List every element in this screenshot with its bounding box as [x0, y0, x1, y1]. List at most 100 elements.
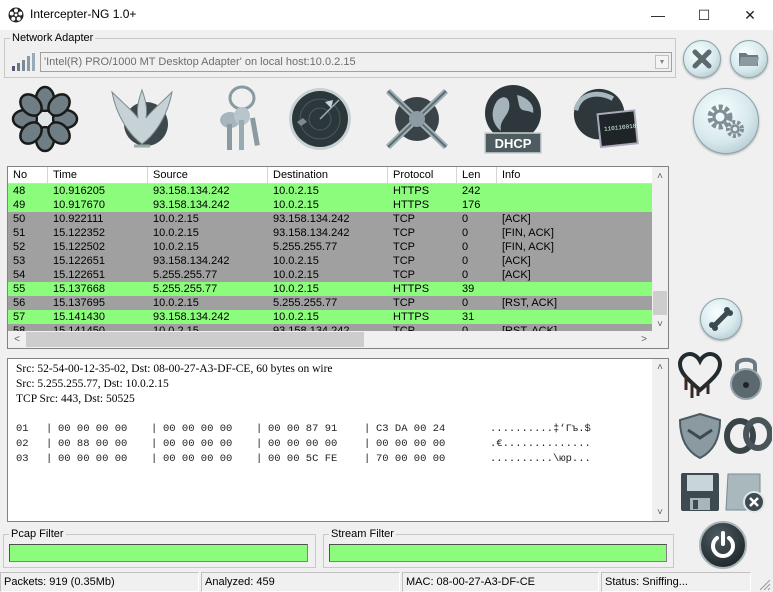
network-adapter-select[interactable]: 'Intel(R) PRO/1000 MT Desktop Adapter' o… [40, 52, 672, 72]
password-mode-button[interactable] [205, 84, 275, 154]
maximize-button[interactable]: ☐ [681, 0, 727, 30]
hex-separator: | [364, 423, 371, 435]
hex-offset: 01 [16, 423, 29, 435]
table-row[interactable]: 54 15.122651 5.255.255.77 10.0.2.15 TCP 0 [ACK… [8, 268, 654, 282]
resurrection-mode-button[interactable] [107, 84, 177, 154]
detail-scroll-down-icon[interactable]: ˅ [652, 505, 668, 521]
shield-icon [678, 412, 722, 460]
hex-separator: | [46, 453, 53, 465]
packet-table: No Time Source Destination Protocol Len … [7, 166, 669, 349]
table-row[interactable]: 48 10.916205 93.158.134.242 10.0.2.15 HTTPS 2… [8, 184, 654, 198]
vertical-scrollbar[interactable]: ˄ ˅ [652, 167, 668, 332]
cell-info: [ACK] [502, 255, 531, 267]
clear-notepad-icon [725, 473, 765, 513]
cell-len: 0 [462, 255, 469, 267]
cell-time: 15.141430 [53, 311, 105, 323]
heartbleed-button[interactable] [677, 351, 723, 402]
table-row[interactable]: 55 15.137668 5.255.255.77 10.0.2.15 HTTPS 39 [8, 282, 654, 296]
cell-src: 93.158.134.242 [153, 185, 230, 197]
table-row[interactable]: 53 15.122651 93.158.134.242 10.0.2.15 TCP 0 [A… [8, 254, 654, 268]
cell-no: 52 [13, 241, 26, 253]
save-button[interactable] [680, 472, 720, 512]
cell-len: 0 [462, 269, 469, 281]
cell-dst: 10.0.2.15 [273, 283, 319, 295]
scroll-up-icon[interactable]: ˄ [652, 168, 668, 184]
cell-src: 93.158.134.242 [153, 311, 230, 323]
hex-b4: 00 00 00 00 [376, 438, 446, 450]
pcap-filter-input[interactable] [9, 544, 308, 562]
maximize-icon: ☐ [697, 6, 711, 23]
column-header-time[interactable]: Time [48, 167, 148, 184]
messenger-mode-button[interactable] [10, 84, 80, 154]
scan-mode-button[interactable] [285, 84, 355, 154]
ssl-mitm-button[interactable] [678, 412, 722, 460]
hex-b3: 00 00 00 00 [268, 438, 338, 450]
status-packets: Packets: 919 (0.35Mb) [0, 572, 199, 592]
hex-b4: 70 00 00 00 [376, 453, 446, 465]
cell-time: 15.122502 [53, 241, 105, 253]
table-row[interactable]: 50 10.922111 10.0.2.15 93.158.134.242 TCP 0 [A… [8, 212, 654, 226]
open-file-button[interactable] [730, 40, 768, 78]
tools-button[interactable] [724, 416, 773, 456]
scroll-right-icon[interactable]: > [636, 331, 652, 347]
cell-dst: 5.255.255.77 [273, 241, 338, 253]
resize-grip-icon[interactable] [757, 577, 771, 591]
raw-mode-button[interactable] [570, 84, 640, 154]
cell-dst: 10.0.2.15 [273, 255, 319, 267]
cell-src: 10.0.2.15 [153, 227, 199, 239]
ssl-strip-button[interactable] [728, 354, 764, 400]
column-header-source[interactable]: Source [148, 167, 268, 184]
horizontal-scroll-thumb[interactable] [26, 332, 364, 347]
hex-separator: | [364, 453, 371, 465]
stream-filter-input[interactable] [329, 544, 667, 562]
vertical-scroll-thumb[interactable] [653, 291, 667, 315]
cell-no: 48 [13, 185, 26, 197]
cell-no: 53 [13, 255, 26, 267]
detail-scroll-up-icon[interactable]: ˄ [652, 360, 668, 376]
cell-len: 31 [462, 311, 475, 323]
dropdown-arrow-icon[interactable]: ▼ [655, 55, 669, 69]
hex-b2: 00 00 00 00 [163, 453, 233, 465]
hex-separator: | [46, 438, 53, 450]
settings-button[interactable] [693, 88, 759, 154]
clear-button[interactable] [724, 470, 768, 514]
power-button[interactable] [699, 521, 747, 569]
cell-proto: TCP [393, 255, 415, 267]
column-header-len[interactable]: Len [457, 167, 497, 184]
cell-proto: HTTPS [393, 199, 430, 211]
cell-info: [FIN, ACK] [502, 241, 554, 253]
hex-b1: 00 00 00 00 [58, 423, 128, 435]
cell-len: 176 [462, 199, 481, 211]
table-row[interactable]: 56 15.137695 10.0.2.15 5.255.255.77 TCP 0 [RST… [8, 296, 654, 310]
cell-info [497, 184, 654, 198]
hex-separator: | [364, 438, 371, 450]
ninja-mode-button[interactable] [382, 84, 452, 154]
dhcp-label: DHCP [494, 136, 532, 151]
cell-proto: HTTPS [393, 185, 430, 197]
table-row[interactable]: 49 10.917670 93.158.134.242 10.0.2.15 HTTPS 1… [8, 198, 654, 212]
table-row[interactable]: 52 15.122502 10.0.2.15 5.255.255.77 TCP 0 [FIN… [8, 240, 654, 254]
minimize-button[interactable]: — [635, 0, 681, 30]
stream-filter-label: Stream Filter [329, 528, 396, 540]
cell-proto: TCP [393, 269, 415, 281]
scroll-left-icon[interactable]: < [9, 331, 25, 347]
column-header-protocol[interactable]: Protocol [388, 167, 457, 184]
close-button[interactable]: ✕ [727, 0, 773, 30]
table-row[interactable]: 51 15.122352 10.0.2.15 93.158.134.242 TCP 0 [F… [8, 226, 654, 240]
column-header-no[interactable]: No [8, 167, 48, 184]
horizontal-scrollbar[interactable]: < > [8, 331, 668, 348]
detail-vertical-scrollbar[interactable]: ˄ ˅ [652, 359, 668, 521]
packet-detail-pane[interactable]: Src: 52-54-00-12-35-02, Dst: 08-00-27-A3… [7, 358, 669, 522]
column-header-info[interactable]: Info [497, 167, 654, 184]
scroll-down-icon[interactable]: ˅ [652, 316, 668, 332]
close-icon: ✕ [744, 6, 756, 23]
window-title: Intercepter-NG 1.0+ [30, 7, 137, 21]
cell-dst: 5.255.255.77 [273, 297, 338, 309]
network-adapter-value: 'Intel(R) PRO/1000 MT Desktop Adapter' o… [44, 56, 356, 68]
cell-len: 39 [462, 283, 475, 295]
column-header-destination[interactable]: Destination [268, 167, 388, 184]
table-row[interactable]: 57 15.141430 93.158.134.242 10.0.2.15 HTTPS 3… [8, 310, 654, 324]
cell-info: [FIN, ACK] [502, 227, 554, 239]
bruteforce-button[interactable] [700, 298, 742, 340]
stop-button[interactable] [683, 40, 721, 78]
